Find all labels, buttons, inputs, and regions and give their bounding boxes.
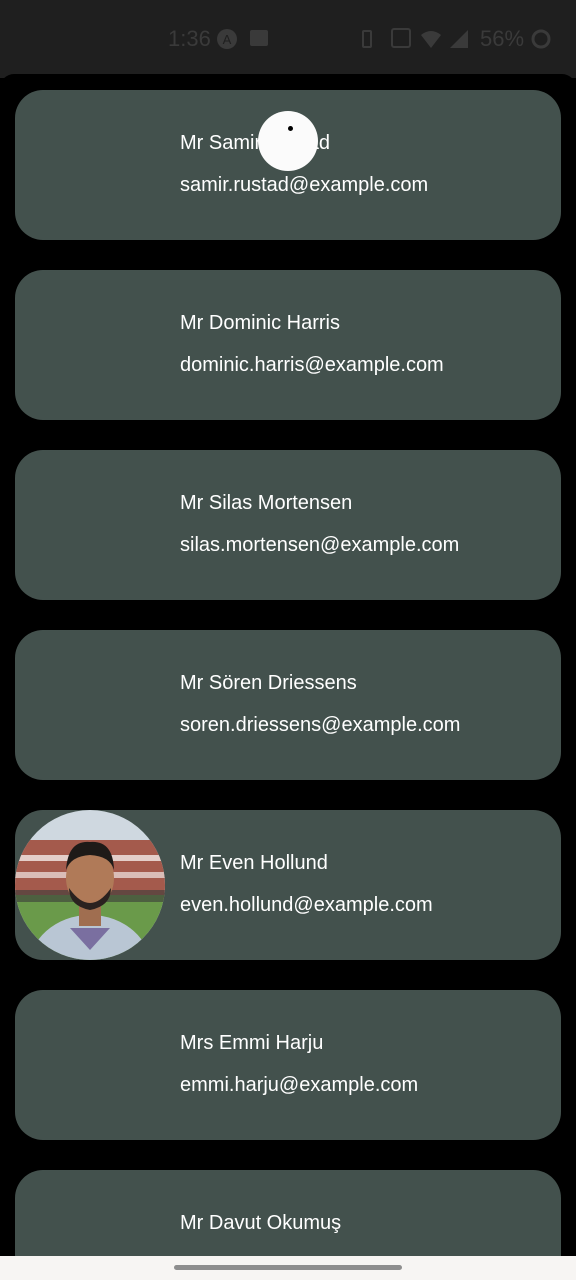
avatar <box>15 450 165 600</box>
contact-email: samir.rustad@example.com <box>180 174 429 196</box>
battery-icon <box>530 28 552 50</box>
contact-name: Mrs Emmi Harju <box>180 1032 324 1054</box>
contact-card[interactable]: Mr Sören Driessens soren.driessens@examp… <box>15 630 561 780</box>
contact-card[interactable]: Mr Davut Okumuş <box>15 1170 561 1256</box>
avatar <box>15 270 165 420</box>
vibrate-icon <box>356 28 378 50</box>
navigation-bar <box>0 1256 576 1280</box>
avatar <box>15 90 165 240</box>
a-circle-icon: A <box>216 28 238 50</box>
status-bar: 1:36 A 56% <box>0 0 576 78</box>
signal-icon <box>448 28 470 50</box>
battery-percent: 56% <box>480 26 525 51</box>
contact-name: Mr Dominic Harris <box>180 312 340 334</box>
contact-email: dominic.harris@example.com <box>180 354 444 376</box>
image-icon <box>248 28 270 50</box>
wifi-icon <box>420 28 442 50</box>
avatar <box>15 630 165 780</box>
status-time: 1:36 <box>168 26 211 51</box>
avatar <box>15 990 165 1140</box>
contact-name: Mr Davut Okumuş <box>180 1212 342 1234</box>
contact-name: Mr Sören Driessens <box>180 672 357 694</box>
contact-name: Mr Even Hollund <box>180 852 328 874</box>
contact-card[interactable]: Mr Silas Mortensen silas.mortensen@examp… <box>15 450 561 600</box>
svg-text:A: A <box>223 32 232 47</box>
contact-email: even.hollund@example.com <box>180 894 433 916</box>
contact-list[interactable]: Mr Samir Rustad samir.rustad@example.com… <box>0 74 576 1256</box>
contact-card[interactable]: Mrs Emmi Harju emmi.harju@example.com <box>15 990 561 1140</box>
contact-email: emmi.harju@example.com <box>180 1074 419 1096</box>
home-gesture-handle[interactable] <box>174 1265 402 1270</box>
contact-card[interactable]: Mr Even Hollund even.hollund@example.com <box>15 810 561 960</box>
touch-dot <box>288 126 293 131</box>
nfc-icon <box>390 28 412 50</box>
touch-indicator <box>258 111 318 171</box>
contact-email: silas.mortensen@example.com <box>180 534 460 556</box>
contact-name: Mr Silas Mortensen <box>180 492 353 514</box>
contact-card[interactable]: Mr Dominic Harris dominic.harris@example… <box>15 270 561 420</box>
contact-email: soren.driessens@example.com <box>180 714 461 736</box>
avatar <box>15 1170 165 1256</box>
avatar-photo <box>15 810 165 960</box>
